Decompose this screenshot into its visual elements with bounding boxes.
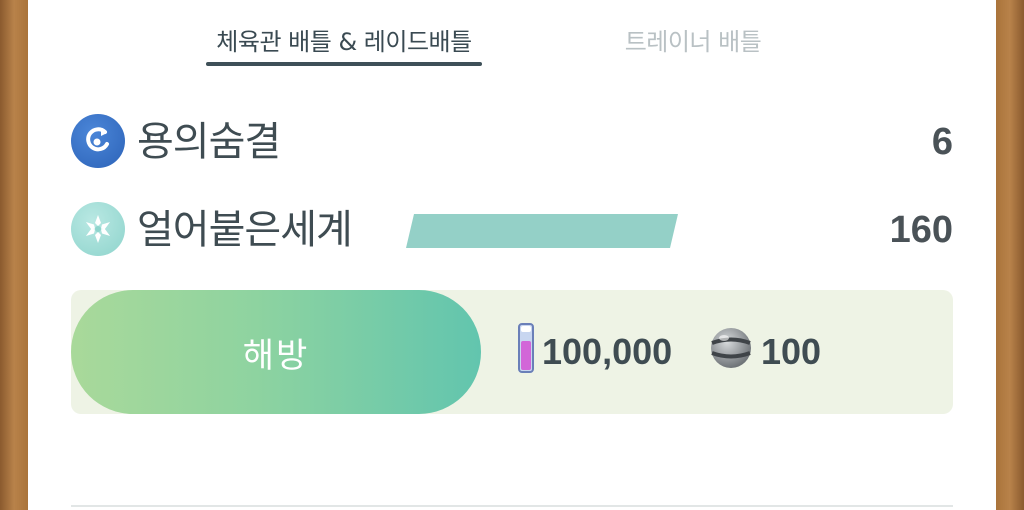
tab-gym-raid-battle[interactable]: 체육관 배틀 & 레이드배틀 xyxy=(206,14,482,66)
stardust-cost: 100,000 xyxy=(518,322,673,378)
fast-move-name: 용의숨결 xyxy=(137,119,281,165)
fast-move-power: 6 xyxy=(931,121,953,163)
tab-trainer-battle[interactable]: 트레이너 배틀 xyxy=(598,14,788,64)
divider xyxy=(71,505,953,507)
candy-cost-value: 100 xyxy=(761,331,822,372)
tab-gym-raid-battle-label: 체육관 배틀 & 레이드배틀 xyxy=(216,27,472,56)
dragon-type-icon xyxy=(71,114,125,168)
unlock-button[interactable]: 해방 xyxy=(71,290,481,414)
candy-icon xyxy=(709,326,753,379)
ice-type-icon xyxy=(71,202,125,256)
candy-cost: 100 xyxy=(709,326,821,378)
move-panel: 체육관 배틀 & 레이드배틀 트레이너 배틀 용의숨결 6 얼어붙은세계 160… xyxy=(28,0,996,510)
charged-move-row: 얼어붙은세계 160 xyxy=(71,200,953,260)
stardust-icon xyxy=(518,322,534,382)
charge-energy-bar xyxy=(406,214,678,248)
tab-trainer-battle-label: 트레이너 배틀 xyxy=(624,27,762,56)
charge-energy-fill xyxy=(406,214,678,248)
fast-move-row: 용의숨결 6 xyxy=(71,112,953,172)
unlock-move-box: 해방 100,000 100 xyxy=(71,290,953,414)
charged-move-power: 160 xyxy=(889,209,953,251)
stardust-cost-value: 100,000 xyxy=(542,331,673,372)
charged-move-name: 얼어붙은세계 xyxy=(137,207,353,253)
unlock-button-label: 해방 xyxy=(242,335,310,376)
